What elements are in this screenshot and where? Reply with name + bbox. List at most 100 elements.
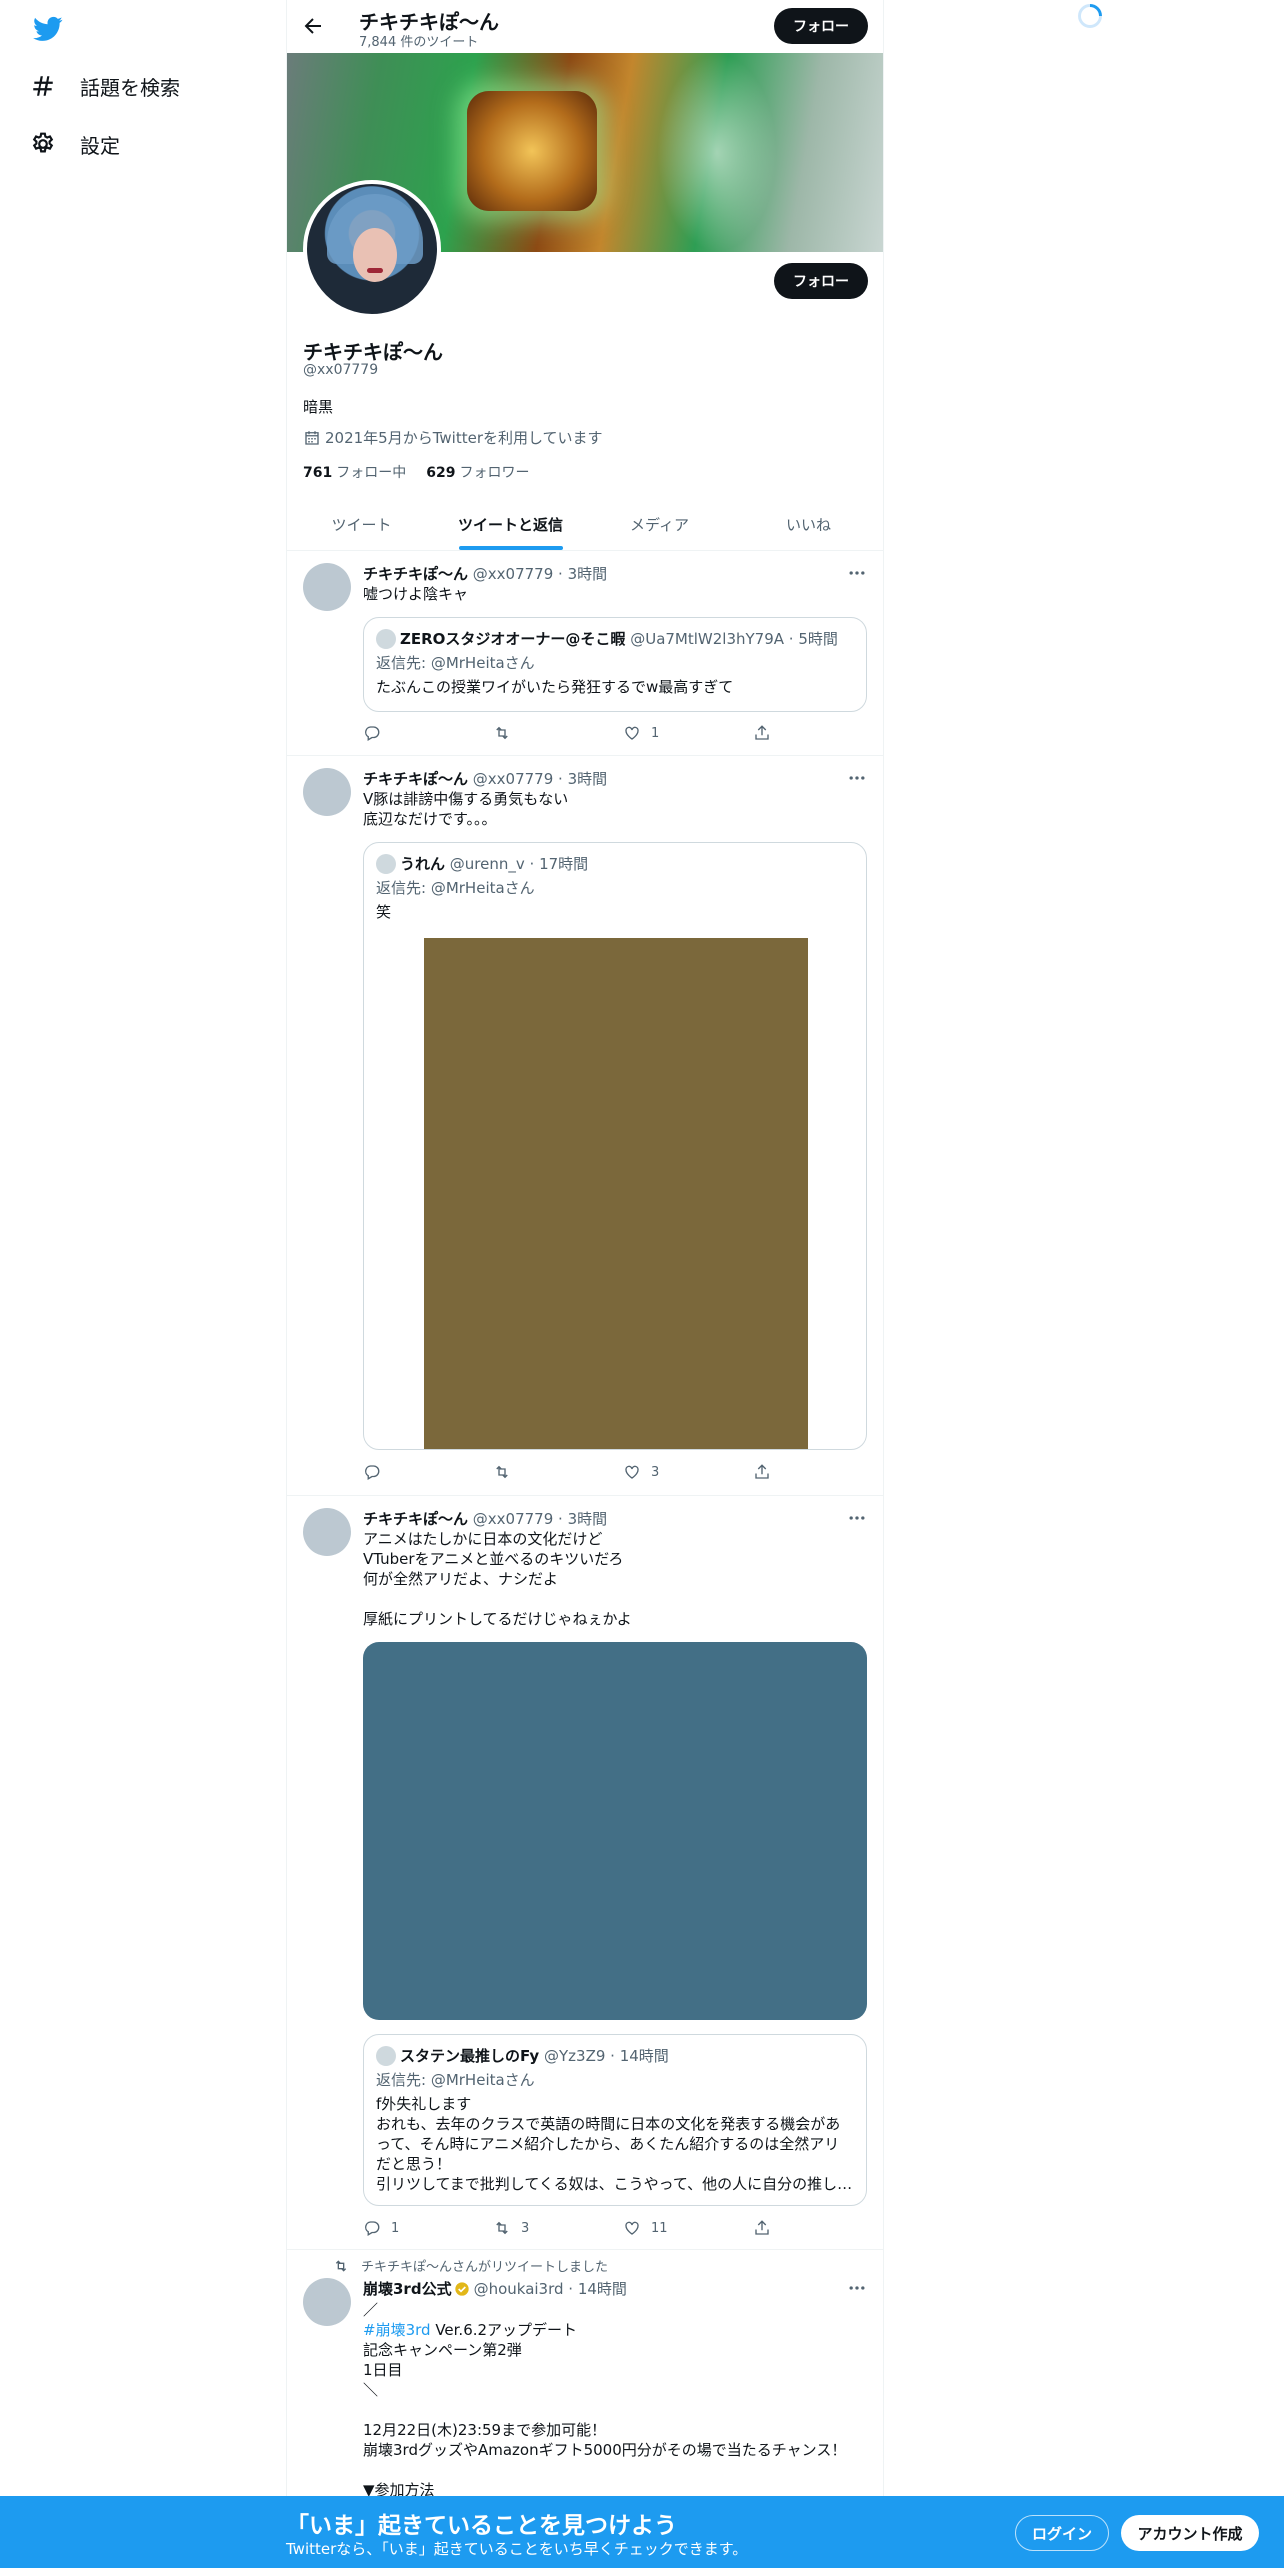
quoted-meta: @Yz3Z9 · 14時間 <box>544 2047 669 2065</box>
tab-likes[interactable]: いいね <box>734 498 883 550</box>
tweet-author-name[interactable]: チキチキぽ〜ん <box>363 770 468 788</box>
quoted-meta: @urenn_v · 17時間 <box>449 855 589 873</box>
retweet-context-label[interactable]: チキチキぽ〜んさんがリツイートしました <box>361 2256 608 2275</box>
tab-tweets[interactable]: ツイート <box>287 498 436 550</box>
quoted-tweet[interactable]: うれん @urenn_v · 17時間 返信先: @MrHeitaさん 笑 <box>363 842 867 1450</box>
more-options-icon[interactable] <box>847 1508 867 1528</box>
verified-badge-icon <box>454 2281 469 2296</box>
tweet-header: チキチキぽ〜ん @xx07779 · 3時間 <box>363 1508 607 1529</box>
joined-text: 2021年5月からTwitterを利用しています <box>325 429 603 447</box>
tweet-text-top: ／ <box>363 2301 379 2319</box>
quoted-author-name: スタテン最推しのFy <box>400 2047 540 2065</box>
share-button[interactable] <box>753 1462 793 1482</box>
heart-icon <box>625 726 639 740</box>
like-button[interactable]: 1 <box>623 723 753 743</box>
tweet-media-image[interactable] <box>363 1642 867 2020</box>
quoted-tweet[interactable]: ZEROスタジオオーナー@そこ暇 @Ua7MtlW2l3hY79A · 5時間 … <box>363 617 867 712</box>
profile-joined-date: 2021年5月からTwitterを利用しています <box>303 427 603 448</box>
header-follow-button[interactable]: フォロー <box>774 8 868 44</box>
profile-name: チキチキぽ〜ん <box>303 340 443 364</box>
tweet-author-name[interactable]: 崩壊3rd公式 <box>363 2278 452 2299</box>
quoted-tweet[interactable]: スタテン最推しのFy @Yz3Z9 · 14時間 返信先: @MrHeitaさん… <box>363 2034 867 2206</box>
tweet-header: チキチキぽ〜ん @xx07779 · 3時間 <box>363 768 607 789</box>
like-button[interactable]: 11 <box>623 2218 753 2238</box>
profile-handle: @xx07779 <box>303 362 379 378</box>
retweet-button[interactable]: 3 <box>493 2218 623 2238</box>
reply-icon <box>365 726 380 741</box>
sidebar-item-label: 設定 <box>80 133 120 158</box>
quoted-text: たぶんこの授業ワイがいたら発狂するでw最高すぎて <box>376 678 734 696</box>
reply-icon <box>365 1465 380 1480</box>
profile-stats: 761 フォロー中 629 フォロワー <box>303 462 549 482</box>
heart-icon <box>625 2221 639 2235</box>
hashtag-link[interactable]: #崩壊3rd <box>363 2321 431 2339</box>
bottom-bar-subtitle: Twitterなら、「いま」起きていることをいち早くチェックできます。 <box>286 2540 748 2558</box>
sidebar-item-label: 話題を検索 <box>80 75 180 100</box>
main-column: チキチキぽ〜ん 7,844 件のツイート フォロー フォロー チキチキぽ〜ん @… <box>286 0 884 2568</box>
signup-bottom-bar: 「いま」起きていることを見つけよう Twitterなら、「いま」起きていることを… <box>0 2496 1284 2568</box>
more-options-icon[interactable] <box>847 2278 867 2298</box>
quoted-text: 笑 <box>376 903 392 921</box>
tweet[interactable]: チキチキぽ〜ん @xx07779 · 3時間 アニメはたしかに日本の文化だけど … <box>287 1496 883 2250</box>
login-button[interactable]: ログイン <box>1015 2515 1109 2551</box>
like-button[interactable]: 3 <box>623 1462 753 1482</box>
loading-spinner-icon <box>1078 4 1102 28</box>
hashtag-icon <box>33 76 53 96</box>
profile-bio: 暗黒 <box>303 398 334 416</box>
share-button[interactable] <box>753 2218 793 2238</box>
signup-button[interactable]: アカウント作成 <box>1121 2515 1259 2551</box>
reply-button[interactable] <box>363 1462 493 1482</box>
tweet-avatar[interactable] <box>303 1508 351 1556</box>
profile-avatar[interactable] <box>303 180 441 318</box>
tweet-meta: @xx07779 · 3時間 <box>472 565 608 583</box>
retweet-button[interactable] <box>493 723 623 743</box>
retweet-button[interactable] <box>493 1462 623 1482</box>
quoted-reply-to: 返信先: @MrHeitaさん <box>376 879 535 897</box>
tab-tweets-and-replies[interactable]: ツイートと返信 <box>436 498 585 550</box>
tweet-author-name[interactable]: チキチキぽ〜ん <box>363 565 468 583</box>
header-tweet-count: 7,844 件のツイート <box>359 35 479 50</box>
following-link[interactable]: 761 フォロー中 <box>303 462 406 482</box>
tweet-avatar[interactable] <box>303 2278 351 2326</box>
tweet-header: チキチキぽ〜ん @xx07779 · 3時間 <box>363 563 607 584</box>
more-options-icon[interactable] <box>847 768 867 788</box>
tweet-header: 崩壊3rd公式 @houkai3rd · 14時間 <box>363 2278 627 2299</box>
gear-icon <box>32 132 54 153</box>
tweet-meta: @xx07779 · 3時間 <box>472 770 608 788</box>
share-icon <box>755 2220 769 2235</box>
tab-media[interactable]: メディア <box>585 498 734 550</box>
retweet-icon <box>496 2221 508 2235</box>
bottom-bar-title: 「いま」起きていることを見つけよう <box>286 2513 677 2539</box>
quoted-meta: @Ua7MtlW2l3hY79A · 5時間 <box>630 630 838 648</box>
profile-header-bar: チキチキぽ〜ん 7,844 件のツイート フォロー <box>287 0 883 53</box>
profile-follow-button[interactable]: フォロー <box>774 263 868 299</box>
tweet-avatar[interactable] <box>303 768 351 816</box>
tweet-meta: @xx07779 · 3時間 <box>472 1510 608 1528</box>
tweet-meta: @houkai3rd · 14時間 <box>473 2280 627 2298</box>
followers-link[interactable]: 629 フォロワー <box>426 462 529 482</box>
retweet-icon <box>335 2259 347 2272</box>
sidebar-item-settings[interactable]: 設定 <box>30 124 120 164</box>
tweet-actions: 1 3 11 <box>363 2218 803 2238</box>
tweet[interactable]: チキチキぽ〜ん @xx07779 · 3時間 嘘つけよ陰キャ ZEROスタジオオ… <box>287 551 883 756</box>
quoted-reply-to: 返信先: @MrHeitaさん <box>376 2071 535 2089</box>
retweet-context: チキチキぽ〜んさんがリツイートしました <box>333 2256 608 2275</box>
twitter-logo-icon[interactable] <box>30 14 66 44</box>
more-options-icon[interactable] <box>847 563 867 583</box>
tweet-text: 記念キャンペーン第2弾 1日目 ＼ 12月22日(木)23:59まで参加可能！ … <box>363 2341 847 2499</box>
share-button[interactable] <box>753 723 793 743</box>
calendar-icon <box>305 430 319 445</box>
heart-icon <box>625 1465 639 1479</box>
tweet-avatar[interactable] <box>303 563 351 611</box>
tweet[interactable]: チキチキぽ〜ん @xx07779 · 3時間 V豚は誹謗中傷する勇気もない 底辺… <box>287 756 883 1496</box>
reply-icon <box>365 2221 380 2236</box>
reply-button[interactable] <box>363 723 493 743</box>
back-arrow-icon[interactable] <box>301 14 325 38</box>
tweet-author-name[interactable]: チキチキぽ〜ん <box>363 1510 468 1528</box>
reply-button[interactable]: 1 <box>363 2218 493 2238</box>
tweet-actions: 3 <box>363 1462 803 1482</box>
sidebar-item-explore[interactable]: 話題を検索 <box>30 66 180 106</box>
quoted-media-image[interactable] <box>424 938 808 1449</box>
banner-glow-graphic <box>657 53 777 252</box>
tweet-text-hashtag-line: #崩壊3rd Ver.6.2アップデート <box>363 2321 578 2339</box>
